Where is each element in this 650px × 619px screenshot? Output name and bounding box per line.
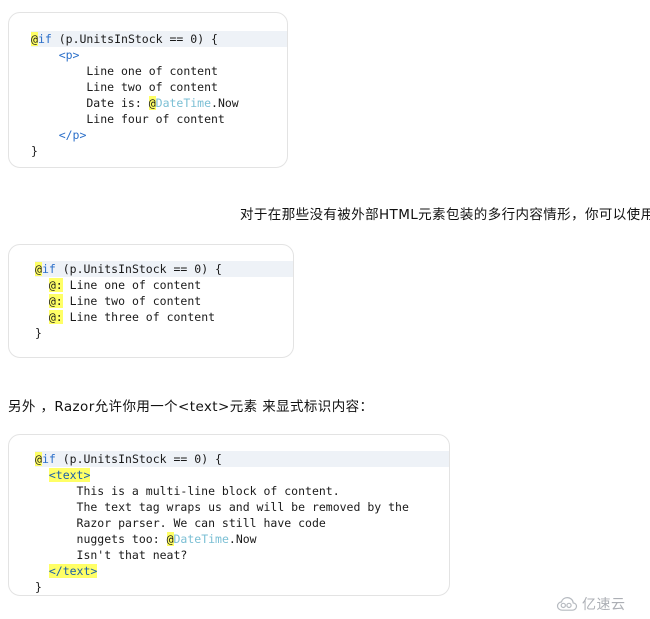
code-line: Line one of content — [31, 63, 287, 79]
code-token-plain: } — [31, 144, 38, 158]
code-token-plain: Date is: — [31, 96, 149, 110]
code-line: } — [35, 325, 293, 341]
code-block-at-colon-example: @if (p.UnitsInStock == 0) { @: Line one … — [8, 244, 294, 358]
code-token-plain: Line two of content — [62, 294, 202, 308]
code-line: nuggets too: @DateTime.Now — [35, 531, 449, 547]
code-line: @: Line two of content — [35, 293, 293, 309]
code-token-plain: This is a multi-line block of content. — [35, 484, 340, 498]
code-line: @if (p.UnitsInStock == 0) { — [35, 451, 449, 467]
code-token-plain: Line one of content — [31, 64, 218, 78]
paragraph-at-colon-description: 对于在那些没有被外部HTML元素包装的多行内容情形，你可以使用多个@：序列： — [240, 207, 650, 223]
code-token-kw: <p> — [31, 48, 80, 62]
code-line: @: Line one of content — [35, 277, 293, 293]
code-token-plain: } — [35, 580, 42, 594]
code-token-plain: Razor parser. We can still have code — [35, 516, 326, 530]
code-token-plain: Line one of content — [62, 278, 202, 292]
code-token-plain: nuggets too: — [35, 532, 167, 546]
code-line: Line two of content — [31, 79, 287, 95]
code-line: Line four of content — [31, 111, 287, 127]
code-line: @if (p.UnitsInStock == 0) { — [31, 31, 287, 47]
code-token-tag-hl: <text> — [48, 468, 91, 482]
code-token-at-hl: @ — [31, 32, 38, 46]
code-token-plain: (p.UnitsInStock == 0) { — [51, 32, 218, 46]
code-line: @if (p.UnitsInStock == 0) { — [35, 261, 293, 277]
cloud-icon — [556, 596, 578, 612]
code-token-plain: The text tag wraps us and will be remove… — [35, 500, 409, 514]
code-token-kw: </p> — [31, 128, 87, 142]
code-token-plain: .Now — [211, 96, 239, 110]
code-line: } — [35, 579, 449, 595]
code-line: Date is: @DateTime.Now — [31, 95, 287, 111]
code-token-at-hl: @ — [35, 452, 42, 466]
code-token-plain: Line three of content — [62, 310, 216, 324]
code-line: Razor parser. We can still have code — [35, 515, 449, 531]
code-token-plain: } — [35, 326, 42, 340]
code-token-at-hl: @ — [35, 262, 42, 276]
code-token-at-hl: @: — [48, 294, 63, 308]
code-token-type: DateTime — [155, 96, 212, 110]
code-token-type: DateTime — [173, 532, 229, 546]
code-token-plain: (p.UnitsInStock == 0) { — [55, 452, 222, 466]
code-token-tag-hl: </text> — [48, 564, 98, 578]
code-token-at-hl: @: — [48, 310, 63, 324]
code-block-text-tag-example: @if (p.UnitsInStock == 0) { <text> This … — [8, 434, 450, 596]
site-watermark: 亿速云 — [556, 594, 626, 614]
code-token-plain: Line two of content — [31, 80, 218, 94]
code-line: </text> — [35, 563, 449, 579]
paragraph-text-tag-description: 另外 ，Razor允许你用一个<text>元素 来显式标识内容： — [8, 399, 374, 415]
code-token-plain: Isn't that neat? — [35, 548, 188, 562]
code-line: Isn't that neat? — [35, 547, 449, 563]
code-content: @if (p.UnitsInStock == 0) { <p> Line one… — [9, 13, 287, 159]
code-block-p-tag-example: @if (p.UnitsInStock == 0) { <p> Line one… — [8, 12, 288, 168]
code-token-kw: if — [41, 262, 56, 276]
code-line: @: Line three of content — [35, 309, 293, 325]
code-token-plain: (p.UnitsInStock == 0) { — [55, 262, 222, 276]
code-line: } — [31, 143, 287, 159]
code-content: @if (p.UnitsInStock == 0) { @: Line one … — [9, 245, 293, 341]
code-token-kw: if — [41, 452, 56, 466]
code-line: This is a multi-line block of content. — [35, 483, 449, 499]
watermark-label: 亿速云 — [582, 597, 626, 613]
code-token-kw: if — [37, 32, 52, 46]
page-root: @if (p.UnitsInStock == 0) { <p> Line one… — [0, 0, 650, 619]
code-line: <p> — [31, 47, 287, 63]
code-token-at-hl: @ — [166, 532, 174, 546]
code-token-plain: Line four of content — [31, 112, 225, 126]
code-line: <text> — [35, 467, 449, 483]
code-line: The text tag wraps us and will be remove… — [35, 499, 449, 515]
code-token-at-hl: @ — [148, 96, 156, 110]
code-content: @if (p.UnitsInStock == 0) { <text> This … — [9, 435, 449, 595]
code-token-plain: .Now — [228, 532, 257, 546]
code-token-at-hl: @: — [48, 278, 63, 292]
code-line: </p> — [31, 127, 287, 143]
